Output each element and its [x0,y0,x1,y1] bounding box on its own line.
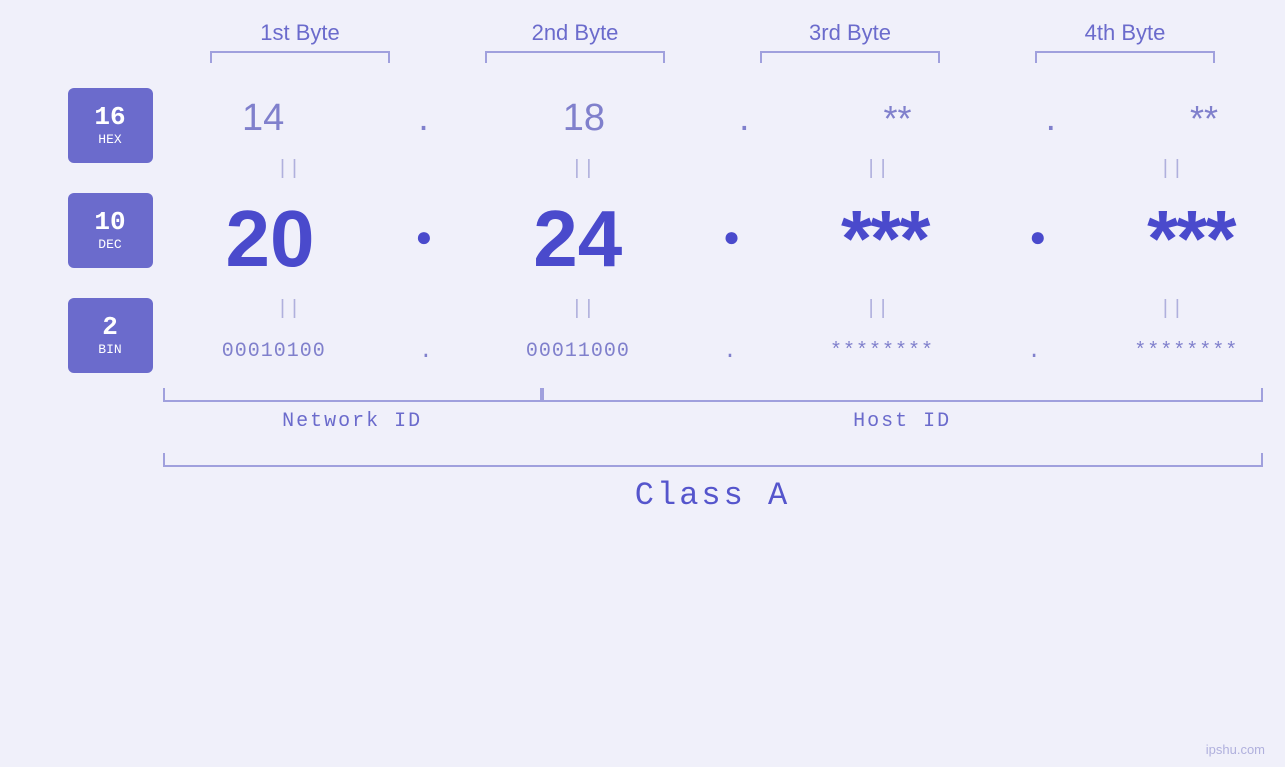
class-label: Class A [163,477,1263,514]
eq2-3: || [777,298,977,321]
hex-val-3: ** [883,98,911,140]
eq2-4: || [1071,298,1271,321]
badge-column: 16 HEX 10 DEC 2 BIN [45,78,175,383]
equals-row-1: || || || || [175,158,1285,181]
bottom-area: Network ID Host ID [163,388,1263,433]
full-bracket-row: Class A [163,453,1263,514]
dot-bin-1: . [419,339,432,364]
bin-row: 00010100 . 00011000 . ******** . *******… [175,339,1285,364]
header-row: 1st Byte 2nd Byte 3rd Byte 4th Byte [163,20,1263,46]
host-bracket [542,388,1263,402]
eq2-2: || [483,298,683,321]
eq2-1: || [189,298,389,321]
dec-badge-num: 10 [94,209,125,235]
dot-hex-2: . [739,97,750,140]
bin-val-4: ******** [1134,340,1238,363]
byte-label-4: 4th Byte [1015,20,1235,46]
bracket-3 [760,51,940,63]
bracket-2 [485,51,665,63]
hex-val-1: 14 [242,97,284,140]
dot-bin-3: . [1028,339,1041,364]
main-area: 16 HEX 10 DEC 2 BIN 14 . 18 . ** . ** [45,78,1285,383]
byte-label-3: 3rd Byte [740,20,960,46]
full-bracket [163,453,1263,467]
bracket-row [163,51,1263,63]
hex-badge: 16 HEX [68,88,153,163]
dot-dec-2: ● [723,224,740,255]
bin-val-2: 00011000 [526,340,630,363]
eq1-2: || [483,158,683,181]
hex-badge-num: 16 [94,104,125,130]
bottom-labels: Network ID Host ID [163,410,1263,433]
equals-row-2: || || || || [175,298,1285,321]
byte-label-1: 1st Byte [190,20,410,46]
eq1-1: || [189,158,389,181]
dec-val-1: 20 [225,199,314,279]
hex-badge-label: HEX [98,132,121,147]
hex-val-2: 18 [563,97,605,140]
bracket-1 [210,51,390,63]
values-area: 14 . 18 . ** . ** || || || || 20 [175,78,1285,383]
network-id-label: Network ID [163,410,542,433]
bin-val-3: ******** [830,340,934,363]
eq1-3: || [777,158,977,181]
dec-val-2: 24 [533,199,622,279]
dot-dec-1: ● [415,224,432,255]
host-id-label: Host ID [542,410,1263,433]
dot-hex-1: . [418,97,429,140]
bin-badge-num: 2 [102,314,118,340]
dec-val-3: *** [841,199,928,279]
bottom-brackets [163,388,1263,402]
dot-dec-3: ● [1029,224,1046,255]
main-container: 1st Byte 2nd Byte 3rd Byte 4th Byte 16 H… [0,0,1285,767]
eq1-4: || [1071,158,1271,181]
dec-badge-label: DEC [98,237,121,252]
bin-val-1: 00010100 [222,340,326,363]
dec-badge: 10 DEC [68,193,153,268]
network-bracket [163,388,542,402]
dot-bin-2: . [723,339,736,364]
bin-badge: 2 BIN [68,298,153,373]
bin-badge-label: BIN [98,342,121,357]
watermark: ipshu.com [1206,742,1265,757]
bracket-4 [1035,51,1215,63]
hex-row: 14 . 18 . ** . ** [175,97,1285,140]
dec-val-4: *** [1147,199,1234,279]
dec-row: 20 ● 24 ● *** ● *** [175,199,1285,279]
byte-label-2: 2nd Byte [465,20,685,46]
dot-hex-3: . [1045,97,1056,140]
hex-val-4: ** [1190,98,1218,140]
